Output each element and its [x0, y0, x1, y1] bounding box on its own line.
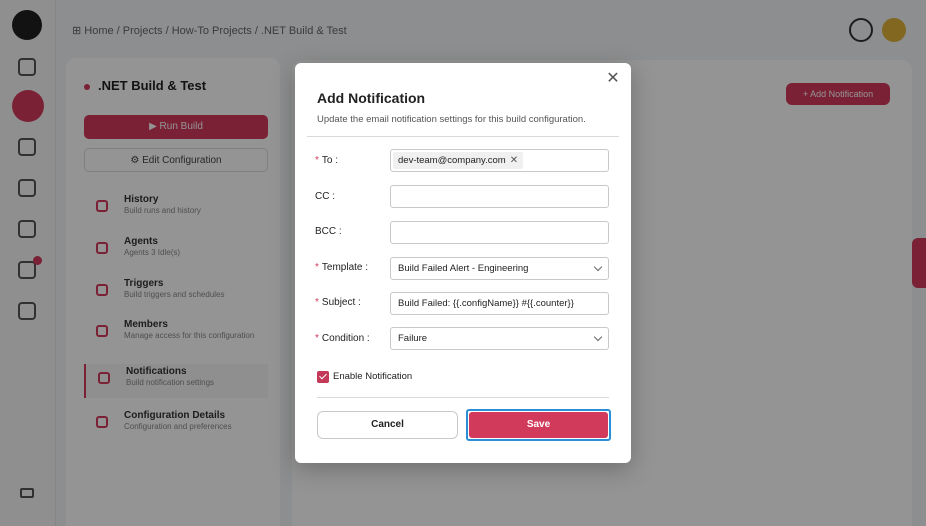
- save-button[interactable]: Save: [466, 409, 611, 441]
- add-notification-dialog: ✕ Add Notification Update the email noti…: [295, 63, 631, 463]
- enable-notification-label: Enable Notification: [333, 371, 413, 383]
- to-label: * To :: [315, 155, 339, 166]
- condition-label: * Condition :: [315, 333, 370, 344]
- template-value: Build Failed Alert - Engineering: [398, 263, 529, 274]
- dialog-title: Add Notification: [317, 90, 426, 106]
- subject-field[interactable]: [390, 292, 609, 315]
- condition-select[interactable]: Failure: [390, 327, 609, 350]
- chevron-down-icon: [593, 262, 603, 272]
- subject-label: * Subject :: [315, 297, 361, 308]
- cc-field[interactable]: [390, 185, 609, 208]
- divider: [317, 397, 609, 398]
- remove-tag-icon[interactable]: ✕: [510, 155, 518, 166]
- bcc-label: BCC :: [315, 226, 342, 237]
- bcc-field[interactable]: [390, 221, 609, 244]
- cancel-button[interactable]: Cancel: [317, 411, 458, 439]
- chevron-down-icon: [593, 332, 603, 342]
- checkbox-checked-icon[interactable]: [317, 370, 329, 383]
- template-label: * Template :: [315, 262, 369, 273]
- save-button-label: Save: [469, 412, 608, 438]
- enable-notification-checkbox[interactable]: Enable Notification: [317, 368, 413, 383]
- email-tag: dev-team@company.com ✕: [393, 152, 524, 169]
- template-select[interactable]: Build Failed Alert - Engineering: [390, 257, 609, 280]
- to-field[interactable]: dev-team@company.com ✕: [390, 149, 609, 172]
- close-icon[interactable]: ✕: [605, 71, 621, 87]
- divider: [307, 136, 619, 137]
- cc-label: CC :: [315, 191, 335, 202]
- condition-value: Failure: [398, 333, 428, 344]
- dialog-description: Update the email notification settings f…: [317, 114, 586, 125]
